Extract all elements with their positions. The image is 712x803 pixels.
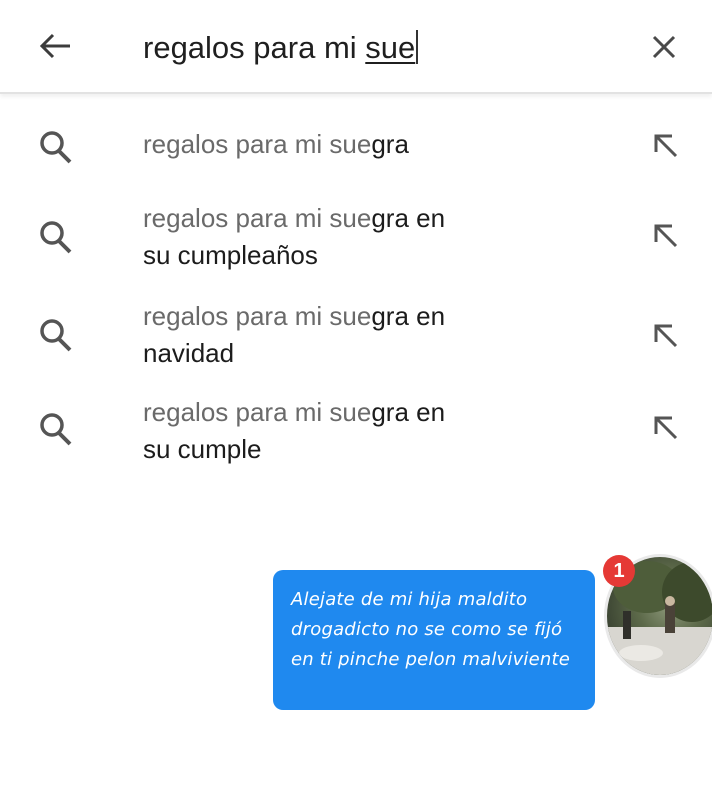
chat-message-bubble[interactable]: Alejate de mi hija maldito drogadicto no… — [273, 570, 595, 710]
suggestion-prefix: regalos para mi sue — [143, 129, 372, 159]
search-bar: regalos para mi sue — [0, 0, 712, 94]
suggestion-text: regalos para mi suegra en navidad — [143, 298, 563, 372]
arrow-up-left-icon[interactable] — [650, 220, 682, 252]
chat-message-text: Alejate de mi hija maldito drogadicto no… — [291, 589, 571, 670]
suggestion-prefix: regalos para mi sue — [143, 203, 372, 233]
close-icon[interactable] — [646, 29, 682, 65]
unread-count-badge: 1 — [603, 555, 635, 587]
suggestion-completion: gra en — [371, 203, 446, 233]
search-icon — [36, 218, 76, 258]
suggestion-line2: su cumple — [143, 434, 262, 464]
arrow-up-left-icon[interactable] — [650, 130, 682, 162]
suggestion-text: regalos para mi suegra — [143, 126, 563, 163]
suggestion-completion: gra en — [371, 397, 446, 427]
suggestion-completion: gra — [371, 129, 409, 159]
suggestion-line2: su cumpleaños — [143, 240, 318, 270]
search-input[interactable]: regalos para mi sue — [143, 30, 419, 66]
text-caret — [416, 30, 419, 64]
suggestion-prefix: regalos para mi sue — [143, 301, 372, 331]
search-icon — [36, 410, 76, 450]
suggestion-text: regalos para mi suegra en su cumpleaños — [143, 200, 563, 274]
arrow-up-left-icon[interactable] — [650, 320, 682, 352]
search-icon — [36, 128, 76, 168]
query-prefix: regalos para mi — [143, 30, 366, 65]
suggestion-text: regalos para mi suegra en su cumple — [143, 394, 563, 468]
suggestion-prefix: regalos para mi sue — [143, 397, 372, 427]
search-icon — [36, 316, 76, 356]
suggestion-completion: gra en — [371, 301, 446, 331]
back-arrow-icon[interactable] — [36, 26, 76, 66]
suggestion-line2: navidad — [143, 338, 235, 368]
query-typed: sue — [365, 30, 416, 65]
arrow-up-left-icon[interactable] — [650, 412, 682, 444]
